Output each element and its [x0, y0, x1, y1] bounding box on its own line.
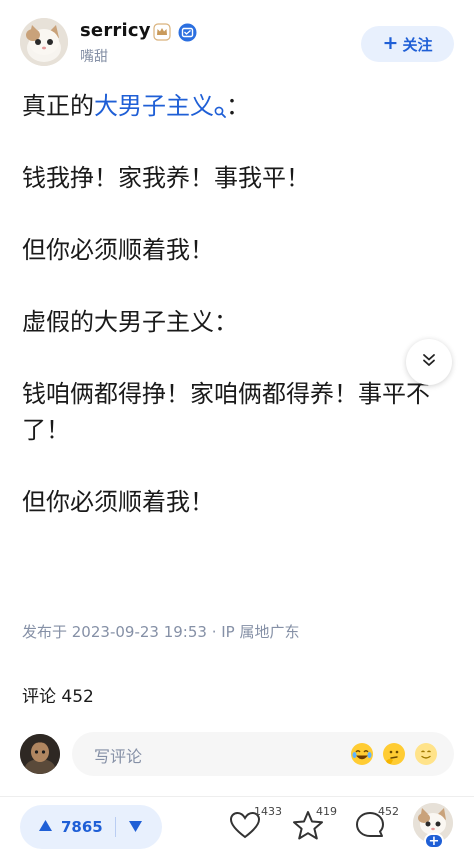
like-count: 1433	[254, 805, 282, 818]
favorite-count: 419	[316, 805, 337, 818]
smile-emoji-icon[interactable]	[414, 742, 438, 766]
downvote-arrow-icon	[128, 818, 143, 837]
post-line: 钱我挣！家我养！事我平！	[22, 164, 310, 192]
bottom-action-bar: 7865 1433 419 452 +	[0, 796, 474, 852]
upvote-button[interactable]: 7865	[20, 805, 103, 849]
post-line: 但你必须顺着我！	[22, 488, 214, 516]
author-subtitle: 嘴甜	[80, 49, 108, 65]
post-header: serricy 嘴甜 + 关注	[0, 0, 474, 80]
plus-icon: +	[382, 31, 399, 54]
comment-placeholder: 写评论	[94, 747, 143, 766]
post-title-suffix: ：	[226, 92, 250, 120]
thinking-emoji-icon[interactable]	[382, 742, 406, 766]
user-avatar[interactable]	[20, 734, 60, 774]
vote-control: 7865	[20, 805, 162, 849]
follow-plus-badge[interactable]: +	[424, 833, 444, 849]
search-icon	[214, 92, 226, 118]
author-name[interactable]: serricy	[80, 20, 151, 41]
chevron-double-down-icon	[421, 352, 437, 372]
post-title-line: 真正的大男子主义：	[22, 88, 454, 124]
expand-button[interactable]	[406, 339, 452, 385]
keyword-link[interactable]: 大男子主义	[94, 92, 226, 120]
upvote-count: 7865	[61, 818, 103, 836]
crown-badge-icon	[153, 23, 171, 41]
comment-input[interactable]: 写评论	[72, 732, 454, 776]
author-avatar[interactable]	[20, 18, 68, 66]
follow-label: 关注	[402, 35, 433, 54]
comment-count: 452	[378, 805, 399, 818]
comments-count-title: 评论 452	[22, 687, 94, 707]
post-meta: 发布于 2023-09-23 19:53 · IP 属地广东	[22, 623, 300, 641]
upvote-arrow-icon	[38, 818, 53, 836]
verified-badge-icon	[178, 23, 197, 42]
post-line: 但你必须顺着我！	[22, 236, 214, 264]
post-line: 虚假的大男子主义：	[22, 308, 238, 336]
post-line: 钱咱俩都得挣！家咱俩都得养！事平不了！	[22, 380, 430, 444]
laugh-emoji-icon[interactable]	[350, 742, 374, 766]
downvote-button[interactable]	[116, 805, 156, 849]
post-content: 真正的大男子主义： 钱我挣！家我养！事我平！ 但你必须顺着我！ 虚假的大男子主义…	[22, 88, 454, 520]
post-title-prefix: 真正的	[22, 92, 94, 120]
follow-button[interactable]: + 关注	[361, 26, 454, 62]
